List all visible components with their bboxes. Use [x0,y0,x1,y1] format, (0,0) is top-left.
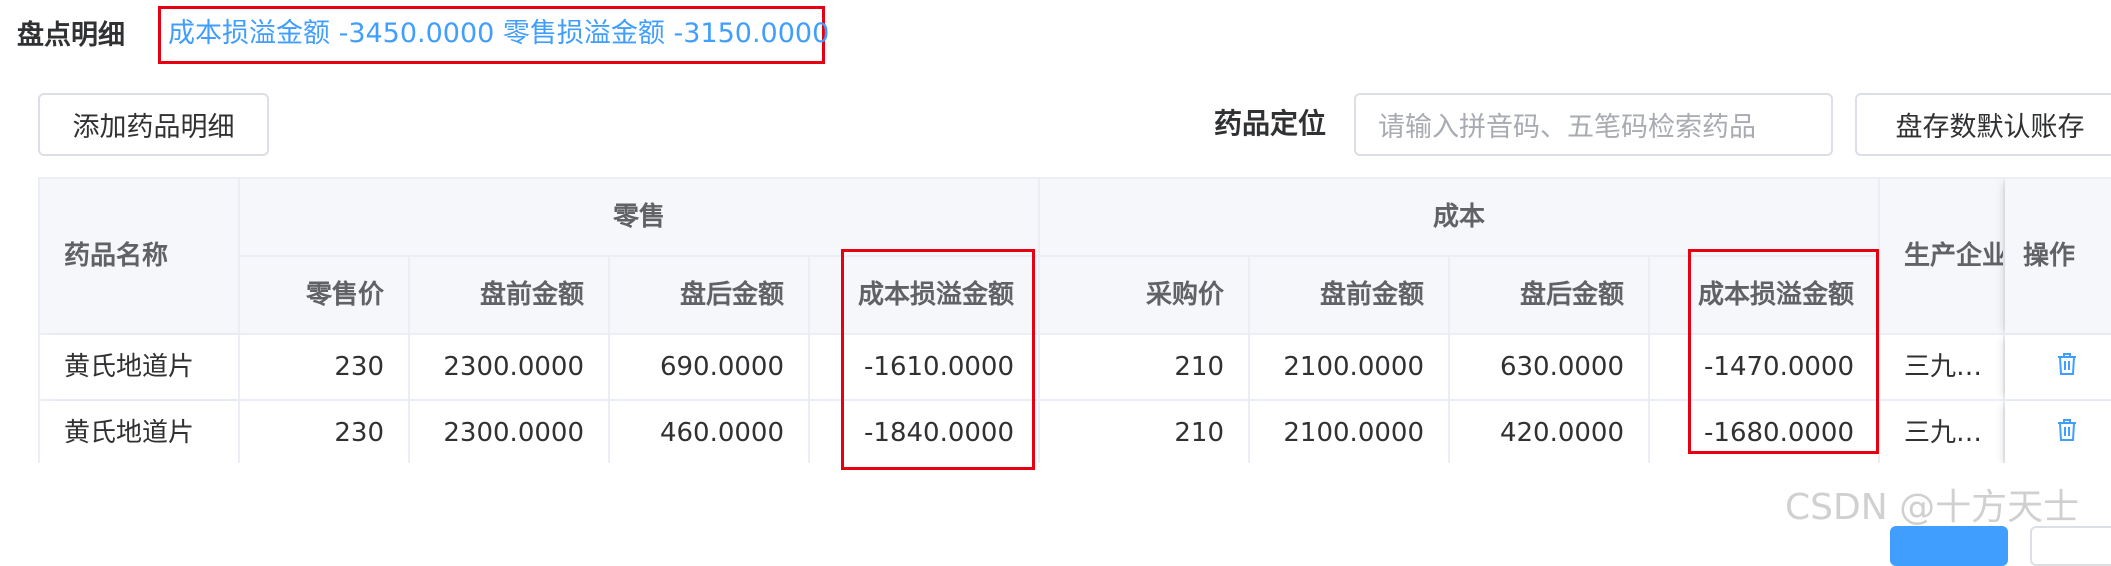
col-header-action: 操作 [2005,179,2111,335]
col-header-manufacturer: 生产企业 [1880,179,2005,335]
cell-cost-before: 2100.0000 [1250,335,1450,401]
trash-icon[interactable] [2056,418,2078,449]
col-header-name: 药品名称 [40,179,240,335]
watermark: CSDN @十方天士 [1785,487,2080,528]
cell-cost-after: 630.0000 [1450,335,1650,401]
row-action-cell [2005,401,2111,463]
group-header-cost: 成本 [1040,179,1880,257]
cell-retail-before: 2300.0000 [410,335,610,401]
locate-label: 药品定位 [1214,107,1327,140]
col-header-retail-price: 零售价 [240,257,410,335]
search-placeholder: 请输入拼音码、五笔码检索药品 [1378,112,1756,143]
cell-manufacturer: 三九… [1880,335,2005,401]
col-header-retail-before: 盘前金额 [410,257,610,335]
summary-text: 成本损溢金额 -3450.0000 零售损溢金额 -3150.0000 [168,18,830,49]
default-stock-button[interactable]: 盘存数默认账存 [1855,93,2111,156]
cost-pl-highlight-box [1688,249,1879,454]
drug-search-input[interactable]: 请输入拼音码、五笔码检索药品 [1354,93,1833,156]
cell-retail-after: 460.0000 [610,401,810,463]
save-button[interactable] [1890,526,2008,566]
page-title: 盘点明细 [17,20,125,51]
cell-purchase-price: 210 [1040,401,1250,463]
col-header-cost-before: 盘前金额 [1250,257,1450,335]
cell-cost-after: 420.0000 [1450,401,1650,463]
add-drug-detail-button[interactable]: 添加药品明细 [38,93,269,156]
cell-retail-after: 690.0000 [610,335,810,401]
col-header-purchase-price: 采购价 [1040,257,1250,335]
cell-cost-before: 2100.0000 [1250,401,1450,463]
cell-retail-before: 2300.0000 [410,401,610,463]
retail-pl-highlight-box [841,249,1035,470]
cell-name: 黄氏地道片 [40,401,240,463]
col-header-cost-after: 盘后金额 [1450,257,1650,335]
cell-retail-price: 230 [240,401,410,463]
cell-retail-price: 230 [240,335,410,401]
group-header-retail: 零售 [240,179,1040,257]
cell-name: 黄氏地道片 [40,335,240,401]
row-action-cell [2005,335,2111,401]
secondary-button[interactable] [2030,526,2111,566]
col-header-retail-after: 盘后金额 [610,257,810,335]
trash-icon[interactable] [2056,352,2078,383]
cell-purchase-price: 210 [1040,335,1250,401]
cell-manufacturer: 三九… [1880,401,2005,463]
